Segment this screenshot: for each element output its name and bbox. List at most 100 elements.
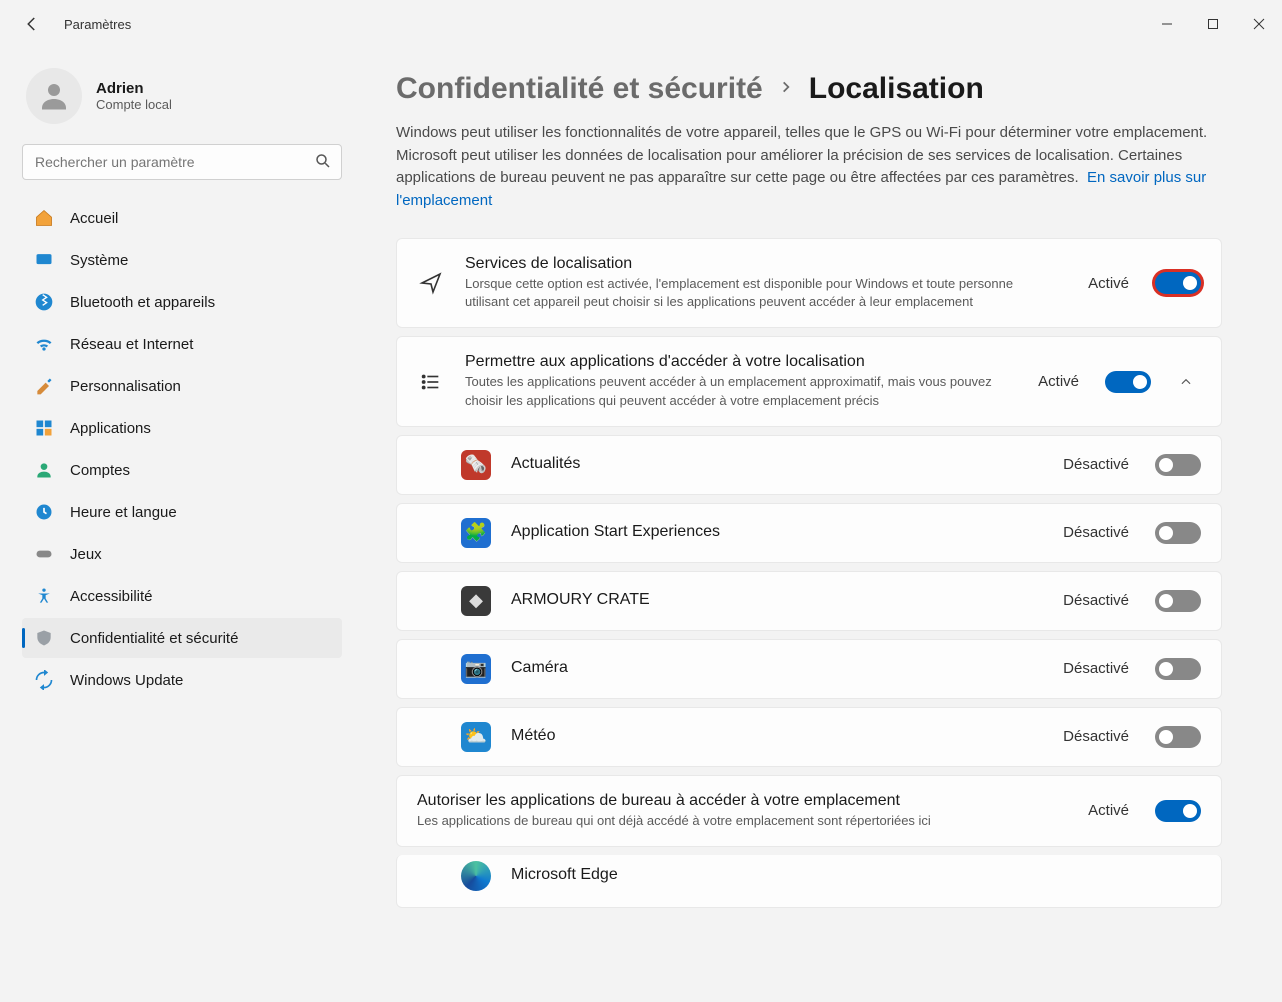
clock-icon — [34, 502, 54, 522]
app-icon: ⛅ — [461, 722, 491, 752]
sidebar: Adrien Compte local Accueil Système Blue… — [0, 48, 360, 1002]
sidebar-item-label: Accueil — [70, 210, 118, 227]
card-title: Autoriser les applications de bureau à a… — [417, 792, 1068, 810]
shield-icon — [34, 628, 54, 648]
status-label: Activé — [1088, 802, 1129, 819]
close-button[interactable] — [1236, 8, 1282, 40]
sidebar-item-system[interactable]: Système — [22, 240, 342, 280]
card-desc: Les applications de bureau qui ont déjà … — [417, 812, 977, 830]
sidebar-item-apps[interactable]: Applications — [22, 408, 342, 448]
app-list: 🗞️ Actualités Désactivé 🧩 Application St… — [396, 435, 1222, 767]
breadcrumb: Confidentialité et sécurité Localisation — [396, 72, 1222, 106]
location-icon — [417, 271, 445, 295]
sidebar-item-label: Réseau et Internet — [70, 336, 193, 353]
search-icon — [314, 152, 332, 175]
card-location-services: Services de localisation Lorsque cette o… — [396, 238, 1222, 328]
app-name: ARMOURY CRATE — [511, 591, 1043, 609]
card-desc: Lorsque cette option est activée, l'empl… — [465, 275, 1025, 311]
user-block[interactable]: Adrien Compte local — [26, 68, 342, 124]
toggle-location-services[interactable] — [1155, 272, 1201, 294]
content: Confidentialité et sécurité Localisation… — [360, 48, 1282, 1002]
toggle-app[interactable] — [1155, 454, 1201, 476]
chevron-right-icon — [779, 80, 793, 99]
user-account-type: Compte local — [96, 97, 172, 112]
card-desc: Toutes les applications peuvent accéder … — [465, 373, 1018, 409]
sidebar-item-personalization[interactable]: Personnalisation — [22, 366, 342, 406]
card-title: Services de localisation — [465, 255, 1068, 273]
app-icon: 🧩 — [461, 518, 491, 548]
avatar — [26, 68, 82, 124]
sidebar-item-update[interactable]: Windows Update — [22, 660, 342, 700]
toggle-app-access[interactable] — [1105, 371, 1151, 393]
status-label: Activé — [1088, 275, 1129, 292]
sidebar-item-accounts[interactable]: Comptes — [22, 450, 342, 490]
home-icon — [34, 208, 54, 228]
titlebar: Paramètres — [0, 0, 1282, 48]
sidebar-item-label: Windows Update — [70, 672, 183, 689]
brush-icon — [34, 376, 54, 396]
sidebar-item-label: Personnalisation — [70, 378, 181, 395]
toggle-app[interactable] — [1155, 726, 1201, 748]
app-name: Application Start Experiences — [511, 523, 1043, 541]
app-icon: ◆ — [461, 586, 491, 616]
list-item: 🗞️ Actualités Désactivé — [396, 435, 1222, 495]
sidebar-item-label: Confidentialité et sécurité — [70, 630, 238, 647]
apps-icon — [34, 418, 54, 438]
list-item: ⛅ Météo Désactivé — [396, 707, 1222, 767]
list-item: 📷 Caméra Désactivé — [396, 639, 1222, 699]
sidebar-item-bluetooth[interactable]: Bluetooth et appareils — [22, 282, 342, 322]
app-name: Météo — [511, 727, 1043, 745]
card-app-access: Permettre aux applications d'accéder à v… — [396, 336, 1222, 426]
toggle-app[interactable] — [1155, 590, 1201, 612]
sidebar-item-label: Bluetooth et appareils — [70, 294, 215, 311]
accessibility-icon — [34, 586, 54, 606]
app-name: Actualités — [511, 455, 1043, 473]
app-icon: 📷 — [461, 654, 491, 684]
toggle-app[interactable] — [1155, 658, 1201, 680]
chevron-up-icon[interactable] — [1171, 375, 1201, 389]
status-label: Désactivé — [1063, 456, 1129, 473]
search-input[interactable] — [22, 144, 342, 180]
sidebar-item-accessibility[interactable]: Accessibilité — [22, 576, 342, 616]
search-box[interactable] — [22, 144, 342, 180]
sidebar-item-label: Heure et langue — [70, 504, 177, 521]
list-icon — [417, 371, 445, 393]
gamepad-icon — [34, 544, 54, 564]
sidebar-item-label: Comptes — [70, 462, 130, 479]
system-icon — [34, 250, 54, 270]
window-controls — [1144, 8, 1282, 40]
back-button[interactable] — [20, 12, 44, 36]
list-item: 🧩 Application Start Experiences Désactiv… — [396, 503, 1222, 563]
list-item: Microsoft Edge — [396, 855, 1222, 908]
page-title: Localisation — [809, 72, 984, 106]
toggle-desktop-apps[interactable] — [1155, 800, 1201, 822]
sidebar-item-home[interactable]: Accueil — [22, 198, 342, 238]
window-title: Paramètres — [64, 17, 131, 32]
edge-icon — [461, 861, 491, 891]
sidebar-item-network[interactable]: Réseau et Internet — [22, 324, 342, 364]
user-name: Adrien — [96, 80, 172, 97]
status-label: Désactivé — [1063, 524, 1129, 541]
sidebar-item-time[interactable]: Heure et langue — [22, 492, 342, 532]
maximize-button[interactable] — [1190, 8, 1236, 40]
sidebar-item-label: Applications — [70, 420, 151, 437]
list-item: ◆ ARMOURY CRATE Désactivé — [396, 571, 1222, 631]
intro-text: Windows peut utiliser les fonctionnalité… — [396, 122, 1216, 212]
status-label: Activé — [1038, 373, 1079, 390]
minimize-button[interactable] — [1144, 8, 1190, 40]
card-desktop-apps: Autoriser les applications de bureau à a… — [396, 775, 1222, 847]
status-label: Désactivé — [1063, 728, 1129, 745]
app-name: Caméra — [511, 659, 1043, 677]
toggle-app[interactable] — [1155, 522, 1201, 544]
sidebar-item-games[interactable]: Jeux — [22, 534, 342, 574]
sidebar-item-privacy[interactable]: Confidentialité et sécurité — [22, 618, 342, 658]
card-title: Permettre aux applications d'accéder à v… — [465, 353, 1018, 371]
status-label: Désactivé — [1063, 592, 1129, 609]
status-label: Désactivé — [1063, 660, 1129, 677]
breadcrumb-parent[interactable]: Confidentialité et sécurité — [396, 72, 763, 106]
update-icon — [34, 670, 54, 690]
user-icon — [34, 460, 54, 480]
sidebar-item-label: Système — [70, 252, 128, 269]
app-icon: 🗞️ — [461, 450, 491, 480]
bluetooth-icon — [34, 292, 54, 312]
